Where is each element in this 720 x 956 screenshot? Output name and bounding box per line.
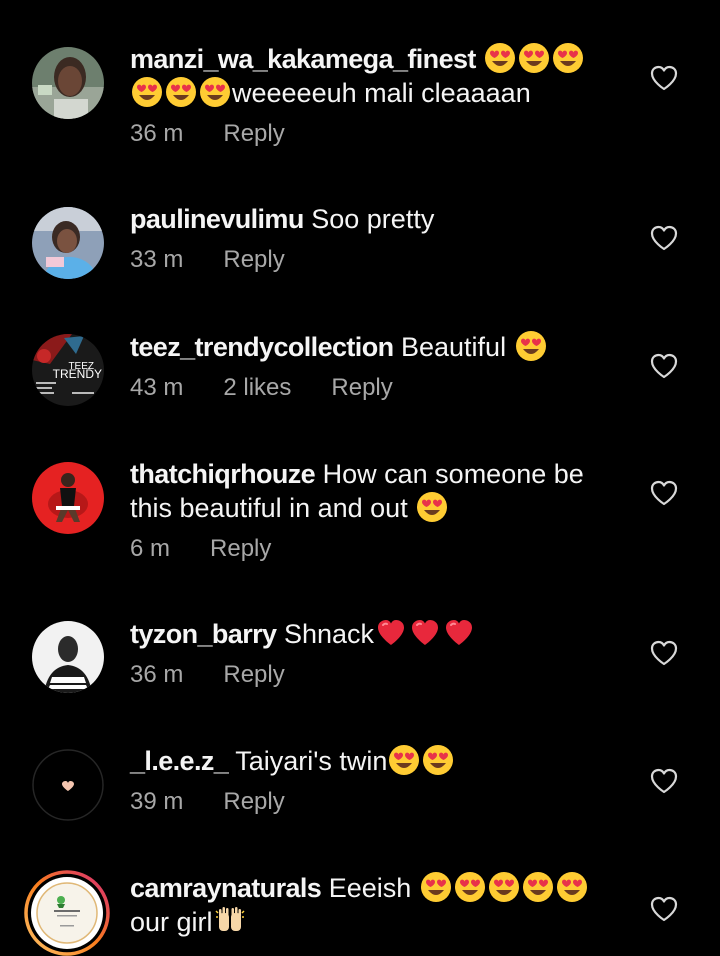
avatar[interactable]: [32, 47, 104, 119]
profile-photo-icon: [32, 47, 104, 119]
comment-text: Taiyari's twin: [235, 746, 388, 776]
like-heart-icon[interactable]: [648, 62, 680, 94]
comment-username[interactable]: thatchiqrhouze: [130, 459, 316, 489]
comment-timestamp: 43 m: [130, 374, 184, 401]
comment-username[interactable]: manzi_wa_kakamega_finest: [130, 44, 476, 74]
like-heart-icon[interactable]: [648, 765, 680, 797]
heart-eyes-emoji-icon: [165, 76, 197, 108]
teez-trendy-logo-icon: TEEZ TRENDY: [32, 334, 104, 406]
red-heart-emoji-icon: [375, 617, 407, 649]
comment-username[interactable]: _l.e.e.z_: [130, 746, 229, 776]
heart-eyes-emoji-icon: [552, 42, 584, 74]
profile-photo-icon: [32, 621, 104, 693]
heart-eyes-emoji-icon: [420, 871, 452, 903]
heart-eyes-emoji-icon: [131, 76, 163, 108]
comment-text: weeeeeuh mali cleaaaan: [232, 78, 531, 108]
comment-text: Shnack: [283, 619, 375, 649]
comment-username[interactable]: paulinevulimu: [130, 204, 304, 234]
like-heart-icon[interactable]: [648, 637, 680, 669]
red-heart-emoji-icon: [443, 617, 475, 649]
comment-timestamp: 39 m: [130, 788, 184, 815]
comments-list: manzi_wa_kakamega_finest weeeeeuh mali c…: [0, 0, 720, 956]
like-heart-icon[interactable]: [648, 477, 680, 509]
avatar-story-ring[interactable]: [24, 870, 110, 956]
reply-button[interactable]: Reply: [331, 374, 392, 402]
profile-photo-icon: [32, 207, 104, 279]
comment-text: Beautiful: [401, 332, 507, 362]
likes-count[interactable]: 2 likes: [223, 374, 291, 402]
comment-timestamp: 36 m: [130, 120, 184, 147]
heart-eyes-emoji-icon: [488, 871, 520, 903]
heart-eyes-emoji-icon: [454, 871, 486, 903]
reply-button[interactable]: Reply: [210, 535, 271, 563]
camray-naturals-logo-icon: [24, 870, 110, 956]
raised-hands-emoji-icon: [214, 905, 246, 937]
reply-button[interactable]: Reply: [223, 788, 284, 816]
profile-photo-icon: [32, 462, 104, 534]
heart-eyes-emoji-icon: [518, 42, 550, 74]
heart-eyes-emoji-icon: [522, 871, 554, 903]
small-heart-avatar-icon: [32, 749, 104, 821]
avatar[interactable]: [32, 207, 104, 279]
heart-eyes-emoji-icon: [422, 744, 454, 776]
comment-text: Soo pretty: [311, 204, 435, 234]
reply-button[interactable]: Reply: [223, 120, 284, 148]
avatar[interactable]: [32, 621, 104, 693]
comment-timestamp: 6 m: [130, 535, 171, 562]
heart-eyes-emoji-icon: [515, 330, 547, 362]
heart-eyes-emoji-icon: [199, 76, 231, 108]
comment-timestamp: 36 m: [130, 661, 184, 688]
comment-timestamp: 33 m: [130, 246, 184, 273]
heart-eyes-emoji-icon: [388, 744, 420, 776]
reply-button[interactable]: Reply: [223, 661, 284, 689]
comment-username[interactable]: camraynaturals: [130, 873, 322, 903]
reply-button[interactable]: Reply: [223, 246, 284, 274]
avatar-logo-text: TRENDY: [53, 367, 102, 381]
heart-eyes-emoji-icon: [556, 871, 588, 903]
like-heart-icon[interactable]: [648, 893, 680, 925]
red-heart-emoji-icon: [409, 617, 441, 649]
like-heart-icon[interactable]: [648, 350, 680, 382]
heart-eyes-emoji-icon: [416, 491, 448, 523]
comment-username[interactable]: tyzon_barry: [130, 619, 277, 649]
heart-eyes-emoji-icon: [484, 42, 516, 74]
comment-text: our girl: [130, 907, 213, 937]
like-heart-icon[interactable]: [648, 222, 680, 254]
comment-text: Eeeish: [328, 873, 412, 903]
comment-username[interactable]: teez_trendycollection: [130, 332, 394, 362]
avatar[interactable]: [32, 749, 104, 821]
avatar[interactable]: TEEZ TRENDY: [32, 334, 104, 406]
avatar[interactable]: [32, 462, 104, 534]
